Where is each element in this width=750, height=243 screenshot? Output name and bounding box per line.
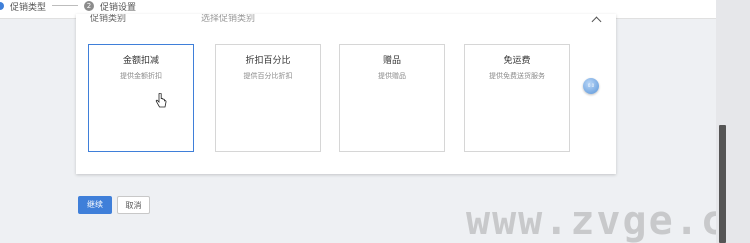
panel-header: 促销类别 选择促销类别: [76, 14, 616, 26]
step-promotion-type[interactable]: 促销类型: [0, 0, 47, 13]
card-description: 提供免费送货服务: [489, 72, 545, 80]
card-title: 金额扣减: [122, 56, 159, 66]
card-free-shipping[interactable]: 免运费 提供免费送货服务: [464, 44, 570, 152]
card-description: 提供赠品: [378, 72, 406, 80]
watermark-text: www.zvge.cn: [466, 200, 716, 243]
step-number-badge: 2: [84, 1, 94, 11]
card-title: 折扣百分比: [245, 56, 291, 66]
card-title: 赠品: [382, 56, 401, 66]
card-description: 提供百分比折扣: [243, 72, 293, 80]
card-description: 提供金额折扣: [120, 72, 162, 80]
step-active-dot-icon: [0, 2, 4, 10]
step-label: 促销类型: [10, 2, 47, 13]
cancel-button[interactable]: 取消: [117, 196, 150, 214]
card-amount-deduction[interactable]: 金额扣减 提供金额折扣: [88, 44, 194, 152]
step-label: 促销设置: [100, 2, 137, 13]
card-gift[interactable]: 赠品 提供赠品: [339, 44, 445, 152]
section-label: 促销类别: [90, 14, 127, 24]
card-percent-discount[interactable]: 折扣百分比 提供百分比折扣: [215, 44, 321, 152]
scrollbar-thumb[interactable]: [719, 125, 726, 243]
continue-button[interactable]: 继续: [78, 196, 112, 214]
step-connector: [52, 5, 78, 6]
card-title: 免运费: [503, 56, 531, 66]
step-promotion-settings[interactable]: 2 促销设置: [84, 0, 137, 13]
floating-action-button[interactable]: 0.0: [583, 78, 599, 94]
hand-pointer-cursor-icon: [155, 93, 167, 108]
section-hint: 选择促销类别: [201, 14, 256, 24]
